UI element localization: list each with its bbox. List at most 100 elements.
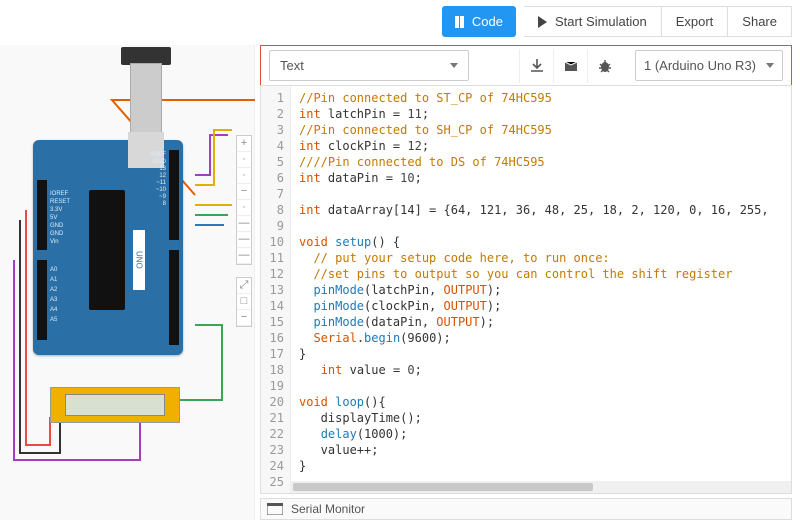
circuit-canvas[interactable]: UNO IOREFRESET3.3V5VGNDGNDVin A0A1A2A3A4…: [0, 45, 255, 520]
export-button[interactable]: Export: [662, 6, 729, 37]
zoom-dash3[interactable]: —: [237, 248, 251, 264]
arduino-mcu: [89, 190, 125, 310]
code-button[interactable]: Code: [442, 6, 516, 37]
serial-monitor-icon: [267, 503, 283, 515]
library-button[interactable]: [553, 49, 587, 83]
zoom-fit-button[interactable]: ⤢: [237, 278, 251, 294]
code-line[interactable]: int clockPin = 12;: [299, 138, 791, 154]
zoom-in-button[interactable]: +: [237, 136, 251, 152]
bug-icon: [597, 58, 613, 74]
code-label: Code: [472, 14, 503, 29]
code-line[interactable]: //Pin connected to ST_CP of 74HC595: [299, 90, 791, 106]
line-number: 1: [261, 90, 284, 106]
mode-label: Text: [280, 58, 304, 73]
line-number: 24: [261, 458, 284, 474]
line-number: 4: [261, 138, 284, 154]
code-line[interactable]: int dataPin = 10;: [299, 170, 791, 186]
code-line[interactable]: //Pin connected to SH_CP of 74HC595: [299, 122, 791, 138]
code-line[interactable]: delay(1000);: [299, 426, 791, 442]
code-line[interactable]: int dataArray[14] = {64, 121, 36, 48, 25…: [299, 202, 791, 218]
arduino-component[interactable]: UNO IOREFRESET3.3V5VGNDGNDVin A0A1A2A3A4…: [33, 140, 183, 355]
line-number: 18: [261, 362, 284, 378]
download-button[interactable]: [519, 49, 553, 83]
zoom-dot2[interactable]: ·: [237, 168, 251, 184]
code-line[interactable]: value++;: [299, 442, 791, 458]
analog-pin-labels: A0A1A2A3A4A5: [50, 265, 57, 325]
start-simulation-button[interactable]: Start Simulation: [524, 6, 662, 37]
line-gutter: 1234567891011121314151617181920212223242…: [261, 86, 291, 493]
zoom-dot1[interactable]: ·: [237, 152, 251, 168]
code-sub-toolbar: Text 1 (Arduino Uno R3): [260, 45, 792, 86]
code-line[interactable]: ////Pin connected to DS of 74HC595: [299, 154, 791, 170]
header-analog[interactable]: [37, 260, 47, 340]
code-editor[interactable]: 1234567891011121314151617181920212223242…: [260, 85, 792, 494]
line-number: 21: [261, 410, 284, 426]
code-line[interactable]: Serial.begin(9600);: [299, 330, 791, 346]
library-icon: [563, 58, 579, 74]
code-line[interactable]: int latchPin = 11;: [299, 106, 791, 122]
zoom-dash1[interactable]: —: [237, 216, 251, 232]
line-number: 6: [261, 170, 284, 186]
serial-monitor-label: Serial Monitor: [291, 502, 365, 516]
line-number: 11: [261, 250, 284, 266]
play-icon: [538, 16, 547, 28]
digital-pin-labels: AREFGND1312~11~10~98: [150, 152, 166, 208]
code-content[interactable]: //Pin connected to ST_CP of 74HC595int l…: [291, 86, 791, 493]
line-number: 5: [261, 154, 284, 170]
line-number: 26: [261, 490, 284, 494]
code-line[interactable]: // put your setup code here, to run once…: [299, 250, 791, 266]
device-select[interactable]: 1 (Arduino Uno R3): [635, 50, 783, 81]
header-digital-high[interactable]: [169, 150, 179, 240]
editor-mode-select[interactable]: Text: [269, 50, 469, 81]
zoom-out-button[interactable]: −: [237, 184, 251, 200]
code-line[interactable]: pinMode(dataPin, OUTPUT);: [299, 314, 791, 330]
line-number: 16: [261, 330, 284, 346]
h-scrollbar-thumb[interactable]: [293, 483, 593, 491]
code-line[interactable]: pinMode(latchPin, OUTPUT);: [299, 282, 791, 298]
line-number: 12: [261, 266, 284, 282]
line-number: 20: [261, 394, 284, 410]
arduino-board: UNO IOREFRESET3.3V5VGNDGNDVin A0A1A2A3A4…: [33, 140, 183, 355]
zoom-controls-2: ⤢ □ −: [236, 277, 252, 327]
chevron-down-icon: [766, 63, 774, 68]
display-screen: [65, 394, 165, 416]
line-number: 22: [261, 426, 284, 442]
code-line[interactable]: [299, 218, 791, 234]
code-line[interactable]: [299, 186, 791, 202]
code-line[interactable]: }: [299, 458, 791, 474]
top-toolbar: Code Start Simulation Export Share: [442, 6, 792, 37]
export-label: Export: [676, 14, 714, 29]
code-icon: [455, 16, 464, 28]
code-line[interactable]: displayTime();: [299, 410, 791, 426]
line-number: 23: [261, 442, 284, 458]
line-number: 25: [261, 474, 284, 490]
code-line[interactable]: int value = 0;: [299, 362, 791, 378]
code-line[interactable]: void setup() {: [299, 234, 791, 250]
zoom-dot3[interactable]: ·: [237, 200, 251, 216]
header-digital-low[interactable]: [169, 250, 179, 345]
zoom-home-button[interactable]: □: [237, 294, 251, 310]
debug-button[interactable]: [587, 49, 621, 83]
line-number: 7: [261, 186, 284, 202]
code-line[interactable]: //set pins to output so you can control …: [299, 266, 791, 282]
share-button[interactable]: Share: [728, 6, 792, 37]
line-number: 17: [261, 346, 284, 362]
code-line[interactable]: }: [299, 346, 791, 362]
line-number: 9: [261, 218, 284, 234]
line-number: 13: [261, 282, 284, 298]
line-number: 15: [261, 314, 284, 330]
serial-monitor-bar[interactable]: Serial Monitor: [260, 498, 792, 520]
header-power[interactable]: [37, 180, 47, 250]
start-sim-label: Start Simulation: [555, 14, 647, 29]
h-scrollbar[interactable]: [291, 481, 791, 493]
code-line[interactable]: void loop(){: [299, 394, 791, 410]
display-component[interactable]: [50, 387, 180, 423]
zoom-dash2[interactable]: —: [237, 232, 251, 248]
zoom-minus-button[interactable]: −: [237, 310, 251, 326]
code-line[interactable]: [299, 378, 791, 394]
code-line[interactable]: pinMode(clockPin, OUTPUT);: [299, 298, 791, 314]
line-number: 2: [261, 106, 284, 122]
zoom-controls: + · · − · — — —: [236, 135, 252, 265]
arduino-uno-label: UNO: [133, 230, 145, 290]
share-label: Share: [742, 14, 777, 29]
